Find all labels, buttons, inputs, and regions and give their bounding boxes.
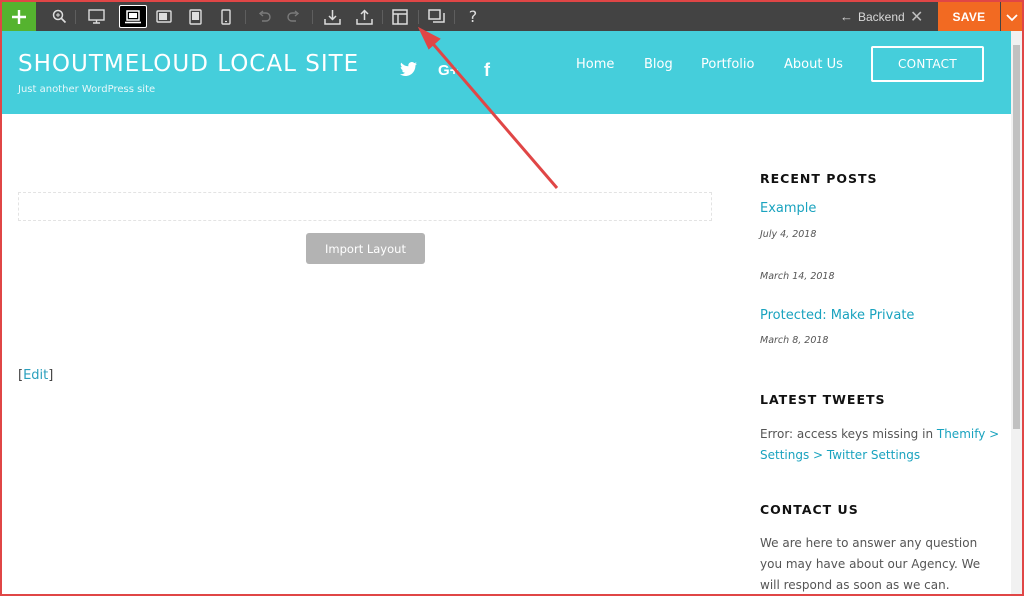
edit-link[interactable]: Edit bbox=[23, 368, 48, 383]
tablet-portrait-view-button[interactable] bbox=[184, 2, 206, 31]
edit-link-wrapper: [Edit] bbox=[18, 368, 53, 383]
mobile-icon bbox=[221, 8, 231, 25]
help-button[interactable]: ? bbox=[463, 2, 483, 31]
chevron-down-icon bbox=[1005, 7, 1018, 26]
save-options-button[interactable] bbox=[1001, 2, 1022, 31]
post-date: March 14, 2018 bbox=[760, 271, 835, 282]
twitter-icon[interactable] bbox=[400, 62, 417, 81]
export-icon bbox=[355, 8, 373, 25]
import-icon bbox=[323, 9, 341, 25]
undo-icon bbox=[257, 9, 271, 24]
export-button[interactable] bbox=[352, 2, 376, 31]
redo-icon bbox=[287, 9, 301, 24]
layouts-button[interactable] bbox=[388, 2, 412, 31]
import-layout-button[interactable]: Import Layout bbox=[306, 233, 425, 264]
scrollbar-thumb[interactable] bbox=[1013, 45, 1020, 429]
duplicate-button[interactable] bbox=[424, 2, 448, 31]
backend-label: Backend bbox=[858, 9, 905, 24]
mobile-view-button[interactable] bbox=[216, 2, 236, 31]
undo-button[interactable] bbox=[253, 2, 275, 31]
save-button[interactable]: SAVE bbox=[938, 2, 1000, 31]
builder-toolbar: ? ← Backend ✕ SAVE bbox=[2, 2, 1022, 31]
post-date: July 4, 2018 bbox=[760, 229, 817, 240]
laptop-icon bbox=[125, 9, 141, 24]
edit-bracket-close: ] bbox=[48, 368, 54, 383]
tweet-error-message: Error: access keys missing in bbox=[760, 427, 937, 441]
nav-item-home[interactable]: Home bbox=[576, 57, 614, 72]
contact-us-title: CONTACT US bbox=[760, 502, 859, 517]
close-icon: ✕ bbox=[910, 7, 924, 26]
tweet-error-text: Error: access keys missing in Themify > … bbox=[760, 424, 1000, 466]
builder-drop-zone[interactable] bbox=[18, 192, 712, 221]
post-link[interactable]: Protected: Make Private bbox=[760, 308, 914, 323]
latest-tweets-title: LATEST TWEETS bbox=[760, 392, 886, 407]
desktop-icon bbox=[87, 9, 105, 24]
site-tagline: Just another WordPress site bbox=[18, 84, 156, 95]
tablet-landscape-icon bbox=[156, 10, 172, 23]
laptop-view-button[interactable] bbox=[119, 5, 147, 28]
post-link[interactable]: Example bbox=[760, 201, 816, 216]
site-header: SHOUTMELOUD LOCAL SITE Just another Word… bbox=[2, 31, 1011, 114]
contact-button[interactable]: CONTACT bbox=[871, 46, 984, 82]
tablet-landscape-view-button[interactable] bbox=[153, 2, 175, 31]
plus-icon bbox=[11, 9, 27, 25]
page-frame: ? ← Backend ✕ SAVE SHOUTMELOUD LOCAL SIT… bbox=[0, 0, 1024, 596]
nav-item-about-us[interactable]: About Us bbox=[784, 57, 843, 72]
import-button[interactable] bbox=[320, 2, 344, 31]
arrow-left-icon: ← bbox=[840, 9, 853, 24]
scrollbar[interactable] bbox=[1011, 31, 1022, 594]
facebook-icon[interactable]: f bbox=[484, 60, 490, 81]
recent-posts-title: RECENT POSTS bbox=[760, 171, 878, 186]
nav-item-blog[interactable]: Blog bbox=[644, 57, 673, 72]
site-title[interactable]: SHOUTMELOUD LOCAL SITE bbox=[18, 51, 359, 77]
zoom-icon bbox=[52, 9, 67, 24]
layout-icon bbox=[392, 8, 408, 25]
contact-us-text: We are here to answer any question you m… bbox=[760, 536, 981, 592]
google-plus-icon[interactable]: G+ bbox=[438, 62, 458, 79]
tablet-portrait-icon bbox=[188, 8, 202, 25]
post-date: March 8, 2018 bbox=[760, 335, 829, 346]
nav-item-portfolio[interactable]: Portfolio bbox=[701, 57, 754, 72]
close-builder-button[interactable]: ✕ bbox=[910, 2, 923, 31]
duplicate-icon bbox=[427, 8, 445, 25]
add-module-button[interactable] bbox=[2, 2, 36, 31]
help-icon: ? bbox=[468, 7, 478, 26]
backend-link[interactable]: ← Backend bbox=[840, 2, 905, 31]
zoom-button[interactable] bbox=[48, 2, 70, 31]
desktop-view-button[interactable] bbox=[84, 2, 108, 31]
redo-button[interactable] bbox=[283, 2, 305, 31]
